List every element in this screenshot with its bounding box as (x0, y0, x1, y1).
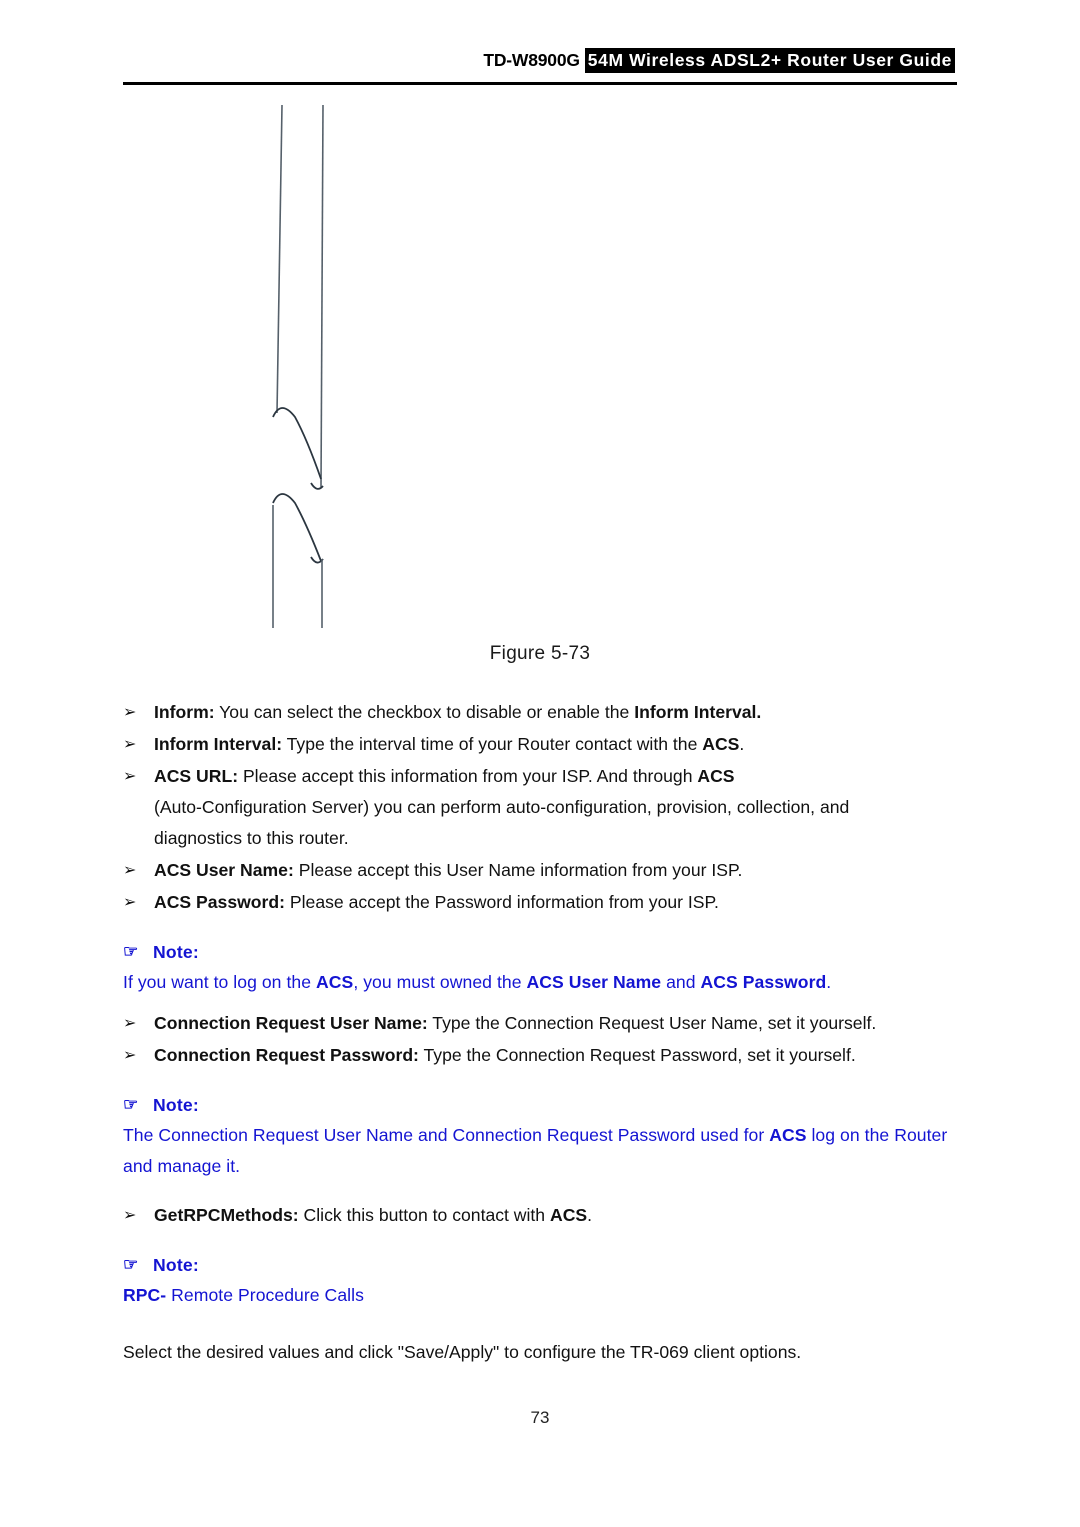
list-item-line-2: (Auto-Configuration Server) you can perf… (154, 797, 850, 817)
list-item: ➢ Connection Request Password: Type the … (123, 1040, 957, 1071)
vertical-spacer (123, 1072, 957, 1090)
list-item: ➢ ACS User Name: Please accept this User… (123, 855, 957, 886)
note-text-bold-2: ACS User Name (526, 972, 662, 992)
list-item-emphasis: Inform Interval. (634, 702, 762, 722)
list-item-text: Connection Request Password: Type the Co… (154, 1040, 957, 1071)
page-footer: 73 (123, 1408, 957, 1428)
list-item-line-1: ACS URL: Please accept this information … (154, 761, 957, 792)
list-item-text: ACS User Name: Please accept this User N… (154, 855, 957, 886)
arrow-bullet-icon: ➢ (123, 1015, 137, 1032)
header-divider-rule (123, 82, 957, 85)
list-item-term: ACS Password: (154, 892, 286, 912)
list-item-term: ACS User Name: (154, 860, 294, 880)
list-item-body: Please accept this User Name information… (293, 860, 743, 880)
list-item-body: Type the interval time of your Router co… (282, 734, 703, 754)
note-block-2: ☞ Note: The Connection Request User Name… (123, 1090, 957, 1182)
list-item-text: ACS URL: Please accept this information … (154, 761, 957, 854)
figure-image-placeholder (255, 95, 725, 640)
list-item-term: ACS URL: (154, 766, 239, 786)
note-block-1: ☞ Note: If you want to log on the ACS, y… (123, 937, 957, 998)
list-item-body: Type the Connection Request User Name, s… (427, 1013, 877, 1033)
vertical-spacer (123, 998, 957, 1008)
list-item-term: Connection Request Password: (154, 1045, 419, 1065)
list-item-body: Type the Connection Request Password, se… (418, 1045, 856, 1065)
note-label: Note: (153, 942, 199, 962)
note-heading: ☞ Note: (123, 1250, 957, 1280)
list-item-term: Inform: (154, 702, 215, 722)
document-page: TD-W8900G 54M Wireless ADSL2+ Router User… (0, 0, 1080, 1527)
page-content: ➢ Inform: You can select the checkbox to… (123, 697, 957, 1368)
header-product-title: 54M Wireless ADSL2+ Router User Guide (584, 48, 955, 73)
arrow-bullet-icon: ➢ (123, 894, 137, 911)
list-item-text: Inform Interval: Type the interval time … (154, 729, 957, 760)
list-item: ➢ ACS URL: Please accept this informatio… (123, 761, 957, 854)
note-label: Note: (153, 1095, 199, 1115)
page-header: TD-W8900G 54M Wireless ADSL2+ Router User… (123, 48, 955, 86)
list-item-body: Click this button to contact with (298, 1205, 550, 1225)
note-text-part-2: Remote Procedure Calls (166, 1285, 364, 1305)
header-model-name: TD-W8900G (483, 50, 580, 70)
list-item-text: Inform: You can select the checkbox to d… (154, 697, 957, 728)
arrow-bullet-icon: ➢ (123, 768, 137, 785)
pointing-hand-icon: ☞ (123, 1095, 139, 1114)
list-item: ➢ ACS Password: Please accept the Passwo… (123, 887, 957, 918)
closing-paragraph: Select the desired values and click "Sav… (123, 1342, 802, 1362)
list-item-term: Inform Interval: (154, 734, 283, 754)
list-item-emphasis: ACS (549, 1205, 588, 1225)
list-item-emphasis: ACS (697, 766, 735, 786)
list-item-text: ACS Password: Please accept the Password… (154, 887, 957, 918)
note-heading: ☞ Note: (123, 937, 957, 967)
note-text: RPC- Remote Procedure Calls (123, 1280, 957, 1311)
note-text-part-1: If you want to log on the (123, 972, 317, 992)
arrow-bullet-icon: ➢ (123, 862, 137, 879)
note-text: The Connection Request User Name and Con… (123, 1120, 957, 1182)
list-item-body: You can select the checkbox to disable o… (214, 702, 635, 722)
vertical-spacer (123, 919, 957, 937)
list-item-body-tail: . (739, 734, 745, 754)
vertical-spacer (123, 1232, 957, 1250)
note-text-bold-1: RPC- (123, 1285, 167, 1305)
arrow-bullet-icon: ➢ (123, 704, 137, 721)
list-item-term: Connection Request User Name: (154, 1013, 428, 1033)
note-text-bold-1: ACS (769, 1125, 807, 1145)
list-item-emphasis: ACS (702, 734, 740, 754)
pointing-hand-icon: ☞ (123, 942, 139, 961)
list-item-body: Please accept this information from your… (238, 766, 698, 786)
note-text: If you want to log on the ACS, you must … (123, 967, 957, 998)
list-item: ➢ GetRPCMethods: Click this button to co… (123, 1200, 957, 1231)
note-text-part-2: , you must owned the (353, 972, 527, 992)
note-text-part-4: . (826, 972, 832, 992)
figure-caption: Figure 5-73 (489, 643, 591, 664)
note-text-bold-1: ACS (316, 972, 354, 992)
note-text-part-3: and (661, 972, 701, 992)
note-text-part-1: The Connection Request User Name and Con… (123, 1125, 770, 1145)
arrow-bullet-icon: ➢ (123, 736, 137, 753)
list-item: ➢ Inform Interval: Type the interval tim… (123, 729, 957, 760)
note-heading: ☞ Note: (123, 1090, 957, 1120)
arrow-bullet-icon: ➢ (123, 1207, 137, 1224)
pointing-hand-icon: ☞ (123, 1255, 139, 1274)
list-item: ➢ Inform: You can select the checkbox to… (123, 697, 957, 728)
list-item: ➢ Connection Request User Name: Type the… (123, 1008, 957, 1039)
vertical-spacer (123, 1311, 957, 1337)
list-item-body-tail: . (587, 1205, 593, 1225)
note-block-3: ☞ Note: RPC- Remote Procedure Calls (123, 1250, 957, 1311)
note-text-bold-3: ACS Password (700, 972, 827, 992)
arrow-bullet-icon: ➢ (123, 1047, 137, 1064)
page-number: 73 (530, 1408, 550, 1427)
list-item-text: GetRPCMethods: Click this button to cont… (154, 1200, 957, 1231)
note-label: Note: (153, 1255, 199, 1275)
list-item-text: Connection Request User Name: Type the C… (154, 1008, 957, 1039)
vertical-spacer (123, 1182, 957, 1200)
list-item-line-3: diagnostics to this router. (154, 828, 349, 848)
list-item-body: Please accept the Password information f… (285, 892, 719, 912)
list-item-term: GetRPCMethods: (154, 1205, 299, 1225)
